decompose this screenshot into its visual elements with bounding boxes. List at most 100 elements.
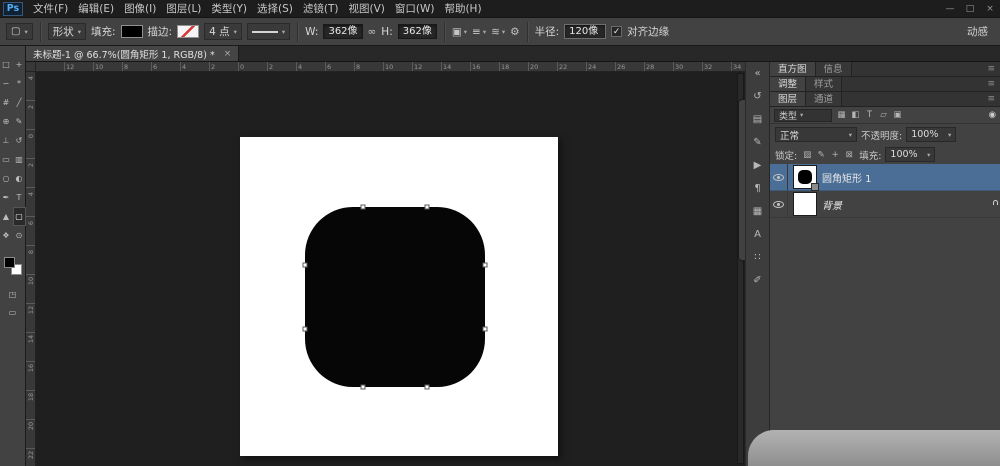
link-dimensions-icon[interactable]: ∞ — [368, 26, 377, 38]
shape-anchor-point[interactable] — [425, 385, 430, 390]
collapse-panels-icon[interactable]: « — [748, 66, 767, 81]
tab-info[interactable]: 信息 — [816, 62, 852, 76]
horizontal-ruler[interactable]: 121086420246810121416182022242628303234 — [36, 62, 745, 72]
history-panel-icon[interactable]: ↺ — [748, 89, 767, 104]
rounded-rectangle-tool-icon[interactable]: ▢ — [13, 207, 26, 226]
artboard-panel-icon[interactable]: ▦ — [748, 204, 767, 219]
stroke-color-swatch[interactable] — [177, 25, 199, 38]
tool-preset-picker[interactable]: ▢ ▾ — [6, 23, 33, 40]
history-brush-tool-icon[interactable]: ↺ — [13, 131, 26, 150]
eraser-tool-icon[interactable]: ▭ — [0, 150, 13, 169]
glyphs-panel-icon[interactable]: ∷ — [748, 250, 767, 265]
shape-anchor-point[interactable] — [425, 205, 430, 210]
shape-anchor-point[interactable] — [483, 263, 488, 268]
menu-item[interactable]: 选择(S) — [252, 0, 298, 18]
menu-item[interactable]: 窗口(W) — [390, 0, 440, 18]
properties-panel-icon[interactable]: ▤ — [748, 112, 767, 127]
close-window-button[interactable]: × — [980, 0, 1000, 18]
lock-pixels-icon[interactable]: ✎ — [815, 150, 827, 160]
vertical-ruler[interactable]: 420246810121416182022 — [26, 72, 36, 466]
spot-healing-brush-tool-icon[interactable]: ⊕ — [0, 112, 13, 131]
shape-anchor-point[interactable] — [303, 327, 308, 332]
lock-transparency-icon[interactable]: ▨ — [801, 150, 813, 160]
notes-panel-icon[interactable]: ✐ — [748, 273, 767, 288]
rounded-rectangle-shape[interactable] — [305, 207, 485, 387]
path-operations-button[interactable]: ▣ ▾ — [452, 26, 467, 38]
paths-panel-icon[interactable]: ✎ — [748, 135, 767, 150]
menu-item[interactable]: 图层(L) — [161, 0, 206, 18]
blend-mode-select[interactable]: 正常 ▾ — [775, 127, 857, 142]
menu-item[interactable]: 文件(F) — [28, 0, 73, 18]
restore-button[interactable]: □ — [960, 0, 980, 18]
foreground-color-swatch[interactable] — [4, 257, 15, 268]
timeline-panel-icon[interactable]: ▶ — [748, 158, 767, 173]
lock-all-icon[interactable]: ⊠ — [843, 150, 855, 160]
menu-item[interactable]: 帮助(H) — [439, 0, 486, 18]
layer-fill-select[interactable]: 100% ▾ — [885, 147, 935, 162]
screen-mode-icon[interactable]: ▭ — [6, 305, 19, 319]
opacity-select[interactable]: 100% ▾ — [906, 127, 956, 142]
hand-tool-icon[interactable]: ❖ — [0, 226, 13, 245]
align-edges-checkbox[interactable]: ✓ — [611, 26, 622, 37]
clone-stamp-tool-icon[interactable]: ⊥ — [0, 131, 13, 150]
move-tool-icon[interactable]: + — [13, 55, 26, 74]
panel-menu-icon[interactable]: ≡ — [987, 92, 1000, 106]
path-selection-tool-icon[interactable]: ▲ — [0, 207, 13, 226]
menu-item[interactable]: 图像(I) — [119, 0, 161, 18]
shape-anchor-point[interactable] — [361, 385, 366, 390]
character-panel-icon[interactable]: A — [748, 227, 767, 242]
menu-item[interactable]: 编辑(E) — [73, 0, 119, 18]
layer-thumbnail[interactable] — [794, 193, 816, 215]
filter-shape-layers-icon[interactable]: ▱ — [877, 110, 890, 120]
layer-row-rounded-rectangle[interactable]: 圆角矩形 1 — [770, 164, 1000, 191]
minimize-button[interactable]: — — [940, 0, 960, 18]
layer-row-background[interactable]: 背景 — [770, 191, 1000, 218]
fill-color-swatch[interactable] — [121, 25, 143, 38]
workspace-switcher[interactable]: 动感 — [967, 24, 994, 39]
quick-mask-icon[interactable]: ◳ — [6, 287, 19, 301]
stroke-width-select[interactable]: 4 点 ▾ — [204, 23, 242, 40]
gradient-tool-icon[interactable]: ▥ — [13, 150, 26, 169]
tab-layers[interactable]: 图层 — [770, 92, 806, 106]
type-tool-icon[interactable]: T — [13, 188, 26, 207]
crop-tool-icon[interactable]: # — [0, 93, 13, 112]
gear-icon[interactable]: ⚙ — [510, 26, 519, 38]
close-tab-icon[interactable]: × — [224, 49, 232, 59]
layer-name[interactable]: 背景 — [822, 197, 842, 212]
tab-channels[interactable]: 通道 — [806, 92, 842, 106]
rectangular-marquee-tool-icon[interactable]: □ — [0, 55, 13, 74]
shape-anchor-point[interactable] — [483, 327, 488, 332]
menu-item[interactable]: 类型(Y) — [206, 0, 252, 18]
layer-visibility-toggle[interactable] — [770, 164, 788, 190]
layer-filter-kind-select[interactable]: 类型 ▾ — [774, 109, 832, 122]
layer-filter-toggle[interactable]: ◉ — [989, 110, 996, 120]
document-canvas[interactable] — [240, 137, 558, 456]
path-alignment-button[interactable]: ≡ ▾ — [472, 26, 486, 38]
quick-selection-tool-icon[interactable]: * — [13, 74, 26, 93]
lock-position-icon[interactable]: + — [829, 150, 841, 160]
brush-tool-icon[interactable]: ✎ — [13, 112, 26, 131]
stroke-style-select[interactable]: ▾ — [247, 23, 290, 40]
layer-thumbnail[interactable] — [794, 166, 816, 188]
panel-menu-icon[interactable]: ≡ — [987, 77, 1000, 91]
ruler-origin-corner[interactable] — [26, 62, 36, 72]
tab-styles[interactable]: 样式 — [806, 77, 842, 91]
height-field[interactable]: 362像 — [398, 24, 437, 39]
panel-menu-icon[interactable]: ≡ — [987, 62, 1000, 76]
paragraph-panel-icon[interactable]: ¶ — [748, 181, 767, 196]
shape-anchor-point[interactable] — [361, 205, 366, 210]
tool-mode-select[interactable]: 形状 ▾ — [48, 23, 86, 40]
zoom-tool-icon[interactable]: ⊙ — [13, 226, 26, 245]
pen-tool-icon[interactable]: ✒ — [0, 188, 13, 207]
blur-tool-icon[interactable]: ○ — [0, 169, 13, 188]
layer-name[interactable]: 圆角矩形 1 — [822, 170, 872, 185]
filter-adjustment-layers-icon[interactable]: ◧ — [849, 110, 862, 120]
menu-item[interactable]: 滤镜(T) — [298, 0, 344, 18]
layer-visibility-toggle[interactable] — [770, 191, 788, 217]
menu-item[interactable]: 视图(V) — [343, 0, 389, 18]
tab-adjustments[interactable]: 调整 — [770, 77, 806, 91]
canvas-vertical-scrollbar[interactable] — [737, 73, 744, 464]
width-field[interactable]: 362像 — [323, 24, 362, 39]
path-arrangement-button[interactable]: ≋ ▾ — [491, 26, 505, 38]
lasso-tool-icon[interactable]: ∽ — [0, 74, 13, 93]
